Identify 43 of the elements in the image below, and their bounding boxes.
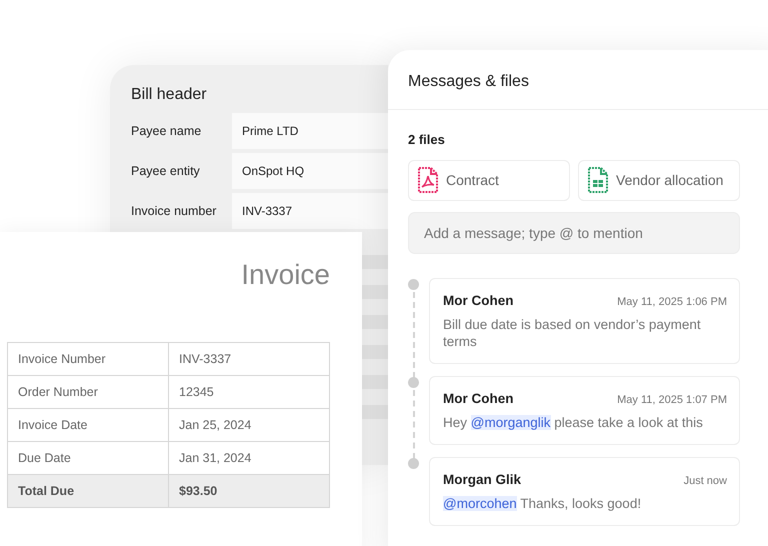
- table-cell: 12345: [168, 376, 330, 408]
- message-time: May 11, 2025 1:06 PM: [617, 294, 727, 310]
- file-button[interactable]: Contract: [408, 160, 570, 200]
- total-label: Total Due: [8, 474, 168, 508]
- table-cell: Jan 25, 2024: [168, 408, 330, 442]
- author-name: Mor Cohen: [443, 390, 514, 408]
- input-field[interactable]: INV-3337: [232, 193, 388, 229]
- files-count: 2 files: [408, 131, 446, 149]
- table-cell: Invoice Date: [8, 408, 168, 442]
- file-button[interactable]: Vendor allocation: [578, 160, 740, 200]
- empty-field: [362, 375, 388, 389]
- card-title: Bill header: [131, 85, 208, 105]
- mention-link[interactable]: @morganglik: [470, 414, 550, 430]
- empty-field: [362, 255, 388, 269]
- pdf-file-icon: [418, 167, 438, 193]
- timeline-dot: [408, 376, 419, 388]
- message-text: @morcohen Thanks, looks good!: [443, 496, 642, 513]
- message-input[interactable]: Add a message; type @ to mention: [408, 212, 740, 254]
- message-text: Hey @morganglik please take a look at this: [443, 414, 704, 432]
- empty-field: [362, 345, 388, 359]
- spreadsheet-file-icon: [588, 167, 608, 193]
- input-field[interactable]: OnSpot HQ: [232, 153, 388, 189]
- timeline-dot: [408, 458, 419, 469]
- total-value: $93.50: [168, 474, 330, 508]
- empty-field: [362, 405, 388, 419]
- author-name: Morgan Glik: [443, 470, 522, 489]
- input-field[interactable]: Prime LTD: [232, 113, 388, 149]
- table-cell: Order Number: [8, 376, 168, 408]
- empty-field: [362, 285, 388, 299]
- message-time: May 11, 2025 1:07 PM: [617, 392, 727, 408]
- panel-title: Messages & files: [408, 73, 529, 90]
- mention-link[interactable]: @morcohen: [443, 496, 517, 511]
- empty-field: [362, 315, 388, 329]
- timeline-dot: [408, 278, 419, 290]
- table-cell: INV-3337: [168, 342, 330, 376]
- field-label: Payee entity: [131, 162, 201, 180]
- field-label: Payee name: [131, 122, 202, 140]
- field-label: Invoice number: [131, 202, 218, 220]
- message-text: Bill due date is based on vendor’s payment terms: [443, 316, 702, 350]
- author-name: Mor Cohen: [443, 292, 514, 310]
- message-time: Just now: [684, 474, 727, 489]
- invoice-title: Invoice: [241, 258, 330, 292]
- table-cell: Invoice Number: [8, 342, 168, 376]
